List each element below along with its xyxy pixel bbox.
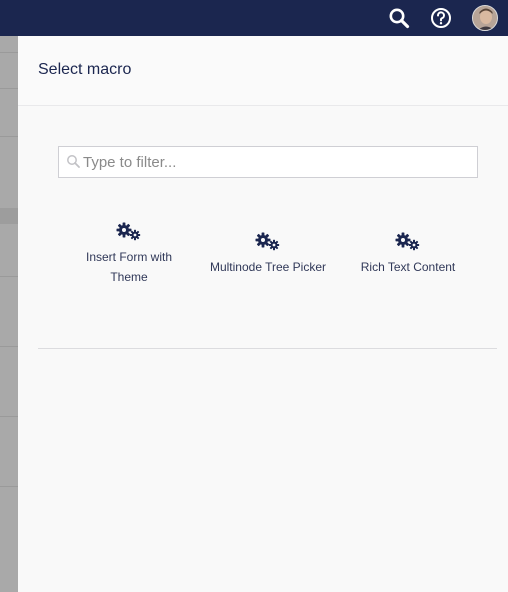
user-avatar-image [472, 5, 498, 31]
macro-item-insert-form-with-theme[interactable]: Insert Form with Theme [66, 222, 192, 287]
search-icon [66, 154, 80, 173]
backdrop-divider [0, 136, 18, 137]
backdrop-divider [0, 346, 18, 347]
gears-icon [395, 232, 420, 251]
macro-label: Rich Text Content [360, 260, 456, 274]
macro-item-rich-text-content[interactable]: Rich Text Content [345, 232, 471, 277]
backdrop-divider [0, 208, 18, 224]
help-icon[interactable] [427, 0, 455, 36]
filter-input[interactable] [83, 147, 473, 177]
macro-item-multinode-tree-picker[interactable]: Multinode Tree Picker [205, 232, 331, 277]
page-backdrop [0, 36, 18, 592]
filter-box [58, 146, 478, 178]
avatar[interactable] [471, 0, 499, 36]
backdrop-divider [0, 416, 18, 417]
search-icon[interactable] [385, 0, 413, 36]
select-macro-panel: Select macro Type to filter... Insert Fo… [18, 36, 508, 592]
backdrop-divider [0, 88, 18, 89]
top-bar [0, 0, 508, 36]
backdrop-divider [0, 486, 18, 487]
backdrop-divider [0, 52, 18, 53]
panel-header: Select macro [18, 36, 508, 106]
panel-divider [38, 348, 497, 349]
macro-label: Insert Form with Theme [85, 250, 172, 284]
gears-icon [255, 232, 280, 251]
backdrop-divider [0, 276, 18, 277]
macro-label: Multinode Tree Picker [209, 260, 327, 274]
panel-title: Select macro [38, 61, 132, 78]
gears-icon [116, 222, 141, 241]
